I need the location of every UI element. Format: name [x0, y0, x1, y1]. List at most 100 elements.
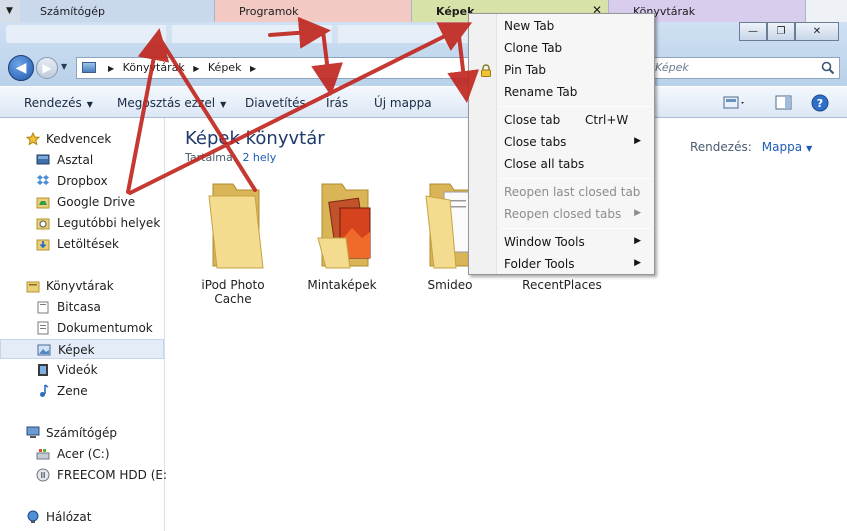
window-controls: — ❐ ✕ [739, 22, 839, 41]
sidebar-group-label: Könyvtárak [46, 279, 114, 293]
sidebar-group-computer[interactable]: Számítógép [0, 423, 164, 443]
slideshow-label: Diavetítés [245, 96, 306, 110]
network-icon [27, 510, 39, 523]
menu-item-label: Close tabs [504, 135, 567, 149]
menu-item-label: Rename Tab [504, 85, 578, 99]
breadcrumb-konyvtarak[interactable]: Könyvtárak [123, 61, 185, 74]
breadcrumb-chevron-icon[interactable]: ▶ [250, 64, 256, 73]
menu-item-clone-tab[interactable]: Clone Tab [472, 37, 651, 59]
view-options-icon[interactable] [722, 94, 748, 112]
menu-item-new-tab[interactable]: New Tab [472, 15, 651, 37]
breadcrumb-chevron-icon[interactable]: ▶ [108, 64, 114, 73]
menu-separator [501, 178, 651, 179]
recent-pages-dropdown[interactable]: ▼ [61, 62, 67, 71]
sidebar-item-pictures[interactable]: Képek [0, 339, 164, 359]
back-button[interactable]: ◀ [8, 55, 34, 81]
preview-pane-icon[interactable] [774, 94, 794, 112]
menu-item-close-all-tabs[interactable]: Close all tabs [472, 153, 651, 175]
pictures-library-icon [37, 344, 51, 356]
arrange-dropdown[interactable]: Mappa [762, 140, 802, 154]
sidebar-item-downloads[interactable]: Letöltések [0, 234, 164, 254]
menu-item-close-tabs[interactable]: Close tabs ▶ [472, 131, 651, 153]
folder-with-photos-icon [317, 183, 371, 269]
tab-strip-end [806, 0, 847, 22]
minimize-button[interactable]: — [739, 22, 767, 41]
sidebar-item-drive-c[interactable]: Acer (C:) [0, 444, 164, 464]
folder-name: Mintaképek [307, 278, 377, 292]
menu-item-rename-tab[interactable]: Rename Tab [472, 81, 651, 103]
menu-separator [501, 106, 651, 107]
forward-button[interactable]: ▶ [36, 57, 58, 79]
music-library-icon [40, 384, 49, 397]
sidebar-item-documents[interactable]: Dokumentumok [0, 318, 164, 338]
search-icon[interactable] [821, 61, 835, 75]
new-folder-label: Új mappa [374, 96, 432, 110]
libraries-icon [26, 281, 40, 293]
menu-item-label: Pin Tab [504, 63, 547, 77]
tab-programok[interactable]: Programok [215, 0, 412, 22]
folder-name: RecentPlaces [522, 278, 602, 292]
locations-link[interactable]: 2 hely [242, 151, 276, 164]
menu-item-folder-tools[interactable]: Folder Tools ▶ [472, 253, 651, 275]
sidebar-group-favorites[interactable]: Kedvencek [0, 129, 164, 149]
sidebar-group-network[interactable]: Hálózat [0, 507, 164, 527]
folder-item[interactable]: Mintaképek [292, 178, 392, 318]
menu-item-label: Clone Tab [504, 41, 563, 55]
menu-item-reopen-last-closed-tab: Reopen last closed tab [472, 181, 651, 203]
sidebar-item-bitcasa[interactable]: Bitcasa [0, 297, 164, 317]
organize-button[interactable]: Rendezés ▼ [24, 96, 93, 110]
menu-item-close-tab[interactable]: Close tab Ctrl+W [472, 109, 651, 131]
dropbox-icon [37, 175, 49, 185]
folder-item[interactable]: iPod Photo Cache [183, 178, 283, 318]
computer-icon [26, 426, 40, 438]
burn-button[interactable]: Írás [326, 96, 348, 110]
sidebar-item-label: Asztal [57, 153, 94, 167]
submenu-arrow-icon: ▶ [634, 258, 641, 268]
chevron-down-icon: ▼ [806, 144, 813, 153]
search-input[interactable]: Képek [648, 57, 840, 79]
share-with-button[interactable]: Megosztás ezzel ▼ [117, 96, 226, 110]
breadcrumb-chevron-icon[interactable]: ▶ [193, 64, 199, 73]
tab-label: Számítógép [40, 5, 106, 18]
sidebar-item-asztal[interactable]: Asztal [0, 150, 164, 170]
lock-icon [481, 64, 491, 77]
arrange-label: Rendezés: [690, 140, 752, 154]
share-with-label: Megosztás ezzel [117, 96, 216, 110]
menu-item-window-tools[interactable]: Window Tools ▶ [472, 231, 651, 253]
tab-szamitogep[interactable]: Számítógép [20, 0, 215, 22]
command-bar: Rendezés ▼ Megosztás ezzel ▼ Diavetítés Ír… [0, 86, 847, 118]
bitcasa-library-icon [37, 301, 49, 314]
menu-item-label: New Tab [504, 19, 555, 33]
menu-item-label: Close all tabs [504, 157, 585, 171]
sidebar-item-dropbox[interactable]: Dropbox [0, 171, 164, 191]
library-locations: Tartalma: 2 hely [185, 151, 276, 164]
sidebar-item-recent-places[interactable]: Legutóbbi helyek [0, 213, 164, 233]
close-button[interactable]: ✕ [795, 22, 839, 41]
organize-label: Rendezés [24, 96, 82, 110]
sidebar-item-label: Videók [57, 363, 98, 377]
navigation-pane: Kedvencek Asztal Dropbox Google Drive Le… [0, 118, 172, 531]
sidebar-group-libraries[interactable]: Könyvtárak [0, 276, 164, 296]
tab-context-menu: New Tab Clone Tab Pin Tab Rename Tab Clo… [468, 13, 655, 275]
menu-item-pin-tab[interactable]: Pin Tab [472, 59, 651, 81]
sidebar-group-label: Kedvencek [46, 132, 112, 146]
tab-menu-dropdown[interactable]: ▼ [0, 0, 20, 22]
sidebar-item-google-drive[interactable]: Google Drive [0, 192, 164, 212]
chevron-down-icon: ▼ [86, 100, 93, 109]
maximize-button[interactable]: ❐ [767, 22, 795, 41]
locations-label: Tartalma: [185, 151, 237, 164]
sidebar-item-drive-e[interactable]: FREECOM HDD (E:) [0, 465, 172, 485]
submenu-arrow-icon: ▶ [634, 136, 641, 146]
desktop-icon [36, 154, 50, 165]
sidebar-item-videos[interactable]: Videók [0, 360, 164, 380]
sidebar-item-music[interactable]: Zene [0, 381, 164, 401]
sidebar-item-label: Zene [57, 384, 88, 398]
new-folder-button[interactable]: Új mappa [374, 96, 432, 110]
help-icon[interactable]: ? [810, 94, 830, 112]
menu-item-label: Reopen closed tabs [504, 207, 622, 221]
breadcrumb-kepek[interactable]: Képek [208, 61, 242, 74]
slideshow-button[interactable]: Diavetítés [245, 96, 306, 110]
submenu-arrow-icon: ▶ [634, 208, 641, 218]
sidebar-item-label: Acer (C:) [57, 447, 110, 461]
sidebar-group-label: Számítógép [46, 426, 117, 440]
